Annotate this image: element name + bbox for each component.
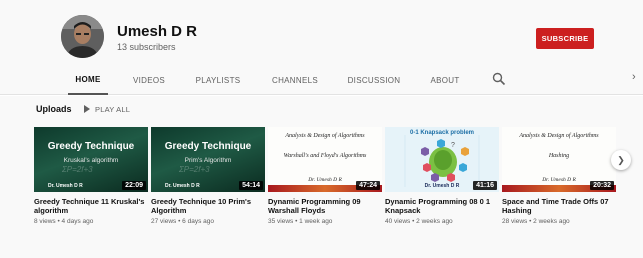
section-title[interactable]: Uploads — [36, 104, 72, 114]
video-thumbnail[interactable]: ΣP=2f+3 Greedy Technique Prim's Algorith… — [151, 127, 265, 192]
video-title[interactable]: Greedy Technique 10 Prim's Algorithm — [151, 197, 265, 215]
tab-home[interactable]: HOME — [68, 66, 108, 95]
avatar[interactable] — [61, 15, 104, 58]
chevron-right-icon[interactable]: › — [632, 71, 636, 83]
duration-badge: 22:09 — [122, 181, 146, 190]
video-thumbnail[interactable]: Analysis & Design of Algorithms Warshall… — [268, 127, 382, 192]
thumbnail-author: Dr. Umesh D R — [48, 183, 83, 189]
thumbnail-decoration: ΣP=2f+3 — [62, 165, 93, 174]
thumbnail-title: Greedy Technique — [47, 141, 135, 152]
video-thumbnail[interactable]: ΣP=2f+3 Greedy Technique Kruskal's algor… — [34, 127, 148, 192]
video-meta: 27 views • 6 days ago — [151, 218, 214, 225]
tab-discussion[interactable]: DISCUSSION — [346, 66, 402, 95]
tab-channels[interactable]: CHANNELS — [269, 66, 321, 95]
tab-videos[interactable]: VIDEOS — [130, 66, 168, 95]
tab-about[interactable]: ABOUT — [426, 66, 464, 95]
video-meta: 40 views • 2 weeks ago — [385, 218, 453, 225]
subscribe-button[interactable]: SUBSCRIBE — [536, 28, 594, 49]
duration-badge: 20:32 — [590, 181, 614, 190]
channel-tabs: HOME VIDEOS PLAYLISTS CHANNELS DISCUSSIO… — [0, 66, 643, 95]
thumbnail-author: Dr. Umesh D R — [165, 183, 200, 189]
play-all-label: PLAY ALL — [95, 104, 131, 114]
thumbnail-subtitle: Warshall's and Floyd's Algorithms — [283, 153, 367, 159]
video-meta: 35 views • 1 week ago — [268, 218, 333, 225]
svg-text:?: ? — [451, 142, 455, 149]
chevron-right-icon[interactable]: ❯ — [611, 150, 631, 170]
duration-badge: 41:16 — [473, 181, 497, 190]
thumbnail-subtitle: Kruskal's algorithm — [63, 157, 119, 164]
video-thumbnail[interactable]: 0-1 Knapsack problem ? Dr. Umesh D R 41:… — [385, 127, 499, 192]
channel-header: Umesh D R 13 subscribers SUBSCRIBE HOME … — [0, 0, 643, 95]
video-thumbnail[interactable]: Analysis & Design of Algorithms Hashing … — [502, 127, 616, 192]
video-meta: 8 views • 4 days ago — [34, 218, 94, 225]
channel-name: Umesh D R — [117, 23, 198, 40]
play-icon — [84, 105, 90, 113]
duration-badge: 47:24 — [356, 181, 380, 190]
thumbnail-heading: Analysis & Design of Algorithms — [285, 133, 365, 139]
video-card[interactable]: 0-1 Knapsack problem ? Dr. Umesh D R 41:… — [385, 127, 499, 225]
video-title[interactable]: Dynamic Programming 08 0 1 Knapsack — [385, 197, 499, 215]
thumbnail-decoration: ΣP=2f+3 — [179, 165, 210, 174]
thumbnail-heading: Analysis & Design of Algorithms — [519, 133, 599, 139]
thumbnail-title: Greedy Technique — [164, 141, 252, 152]
thumbnail-subtitle: Prim's Algorithm — [184, 157, 232, 164]
video-card[interactable]: Analysis & Design of Algorithms Warshall… — [268, 127, 382, 225]
video-card[interactable]: ΣP=2f+3 Greedy Technique Prim's Algorith… — [151, 127, 265, 225]
video-title[interactable]: Dynamic Programming 09 Warshall Floyds — [268, 197, 382, 215]
video-title[interactable]: Space and Time Trade Offs 07 Hashing — [502, 197, 616, 215]
tab-playlists[interactable]: PLAYLISTS — [193, 66, 243, 95]
video-card[interactable]: ΣP=2f+3 Greedy Technique Kruskal's algor… — [34, 127, 148, 225]
video-meta: 28 views • 2 weeks ago — [502, 218, 570, 225]
subscriber-count: 13 subscribers — [117, 42, 176, 52]
search-icon[interactable] — [492, 72, 506, 86]
play-all-button[interactable]: PLAY ALL — [84, 102, 130, 116]
thumbnail-subtitle: Hashing — [548, 153, 570, 159]
avatar-photo — [61, 15, 104, 58]
duration-badge: 54:14 — [239, 181, 263, 190]
uploads-shelf: Uploads PLAY ALL ΣP=2f+3 Greedy Techniqu… — [0, 96, 643, 258]
video-card[interactable]: Analysis & Design of Algorithms Hashing … — [502, 127, 616, 225]
video-title[interactable]: Greedy Technique 11 Kruskal's algorithm — [34, 197, 148, 215]
